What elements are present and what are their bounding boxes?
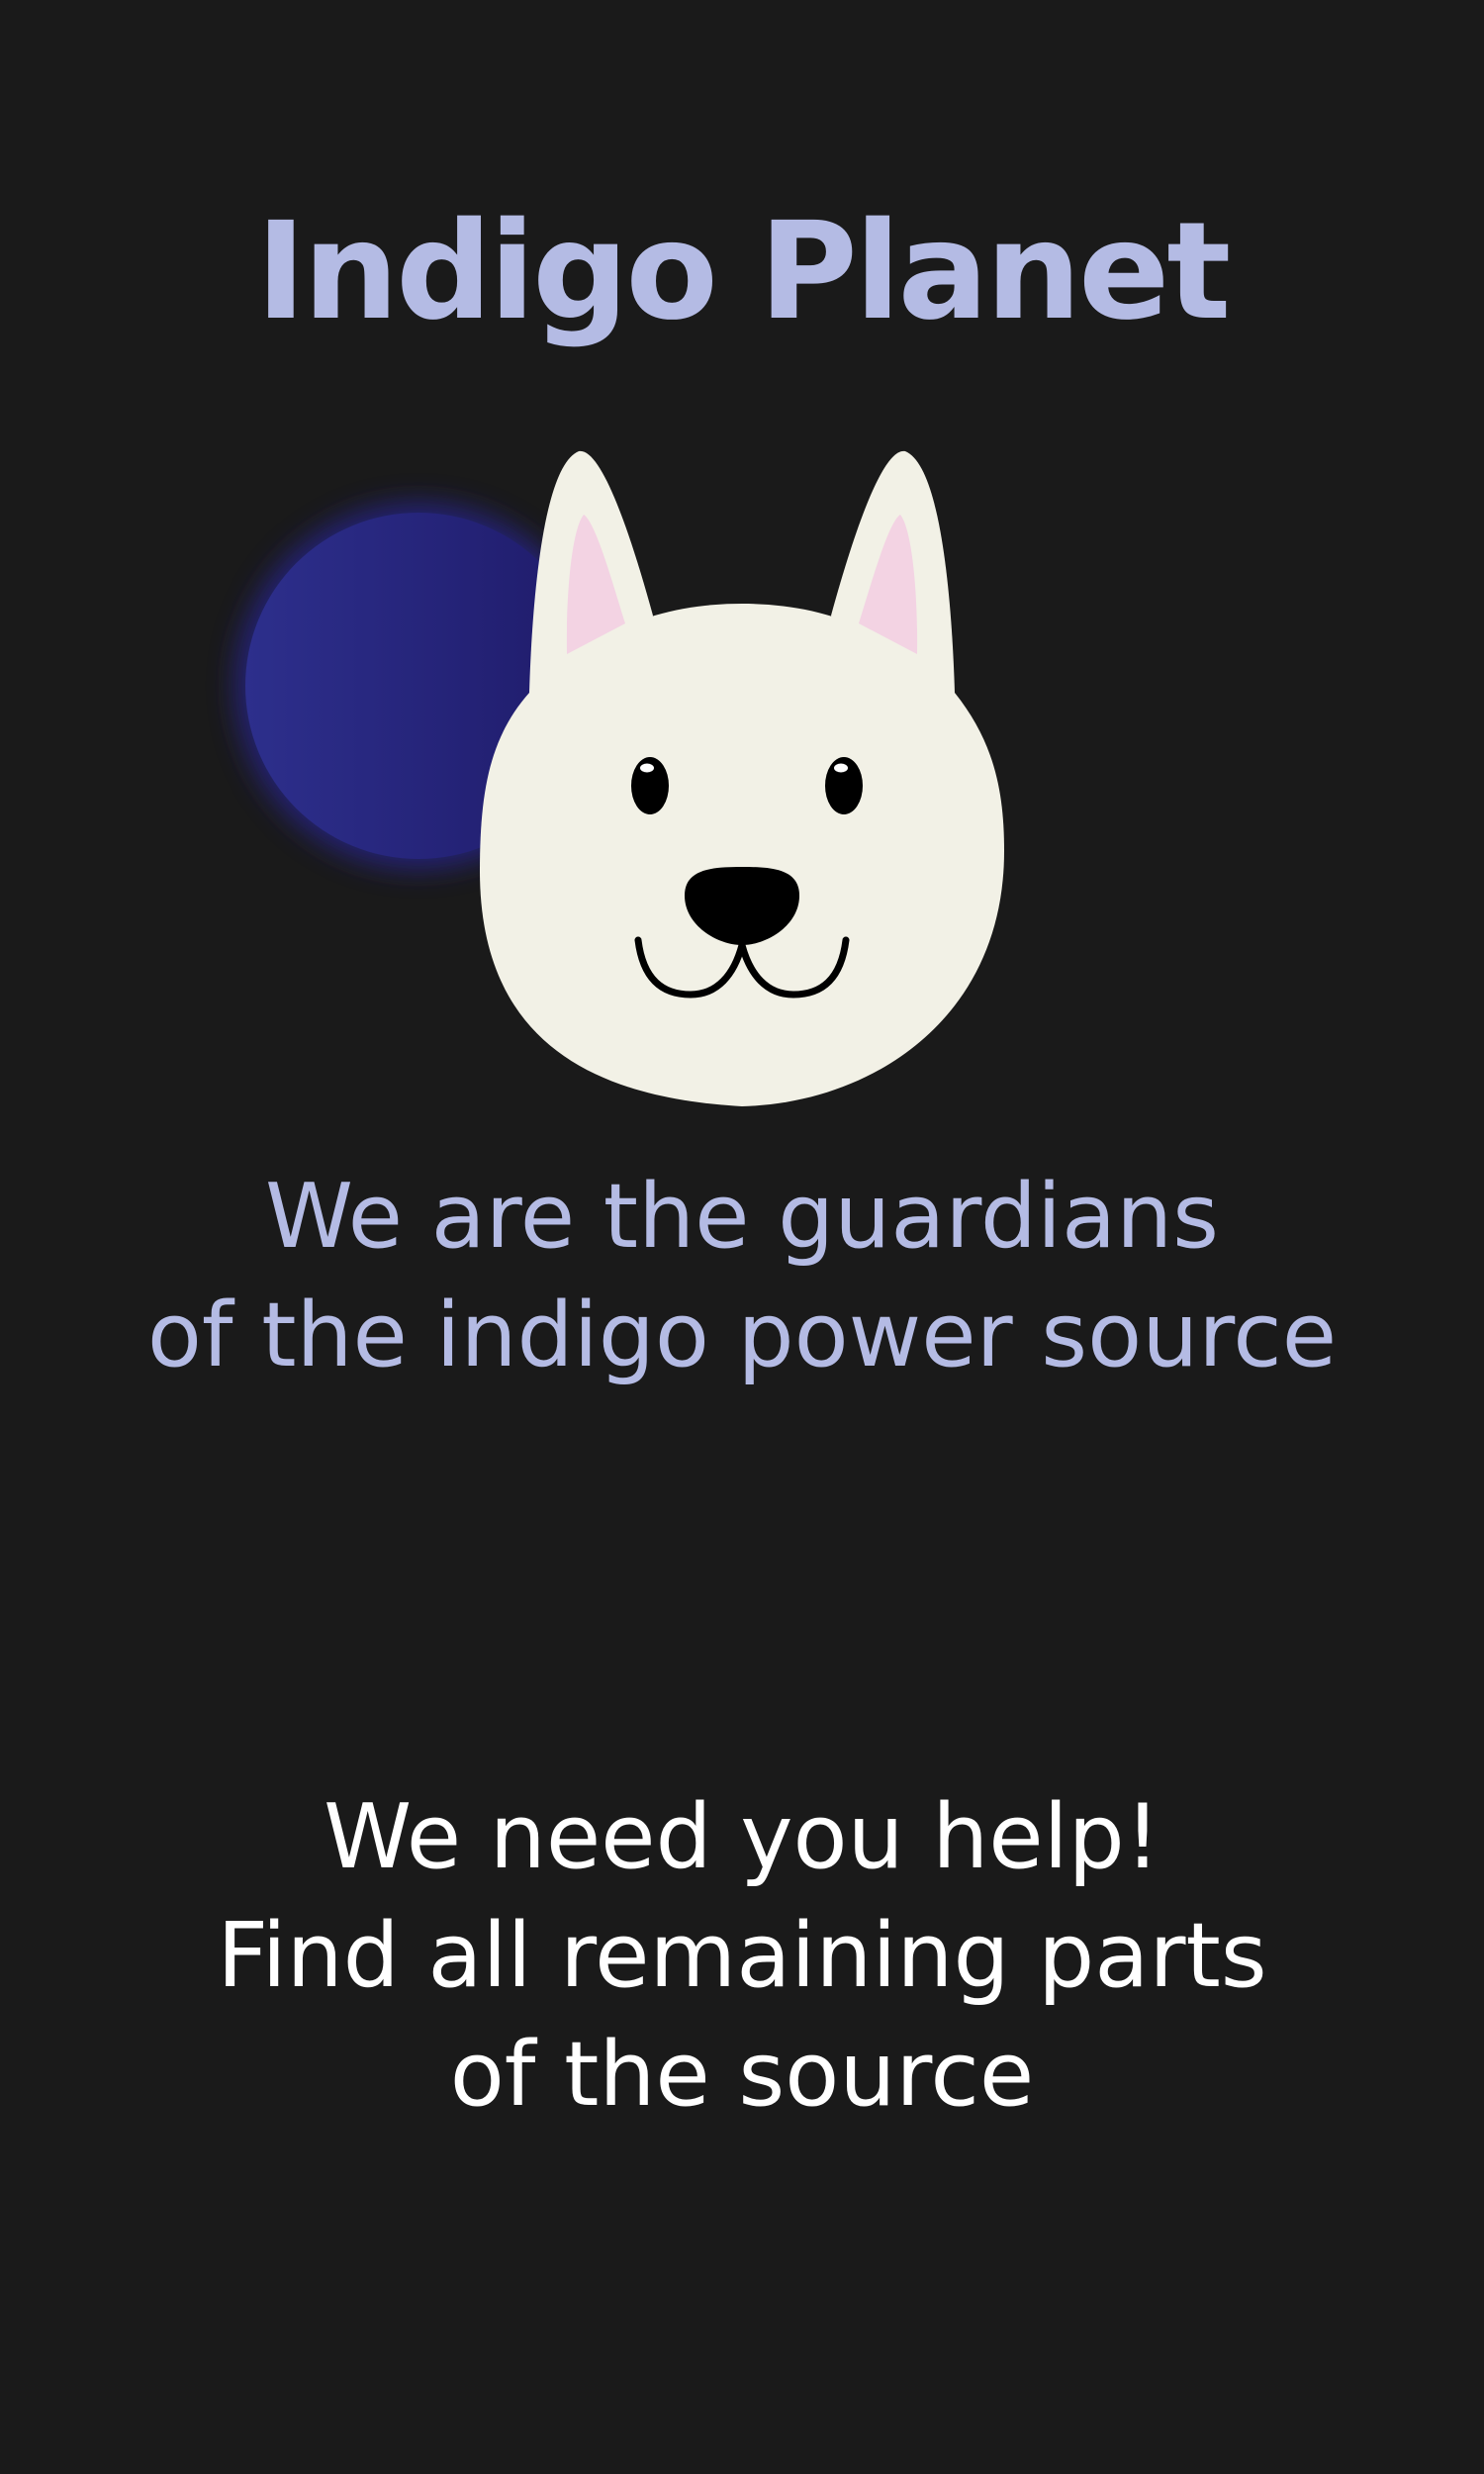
help-message-line-1: We need you help! (324, 1785, 1160, 1889)
help-message-line-2: Find all remaining parts (217, 1904, 1267, 2008)
tagline-line-1: We are the guardians (264, 1165, 1220, 1269)
dog-face-icon (480, 450, 1004, 1106)
help-message: We need you help! Find all remaining par… (0, 1778, 1484, 2135)
tagline: We are the guardians of the indigo power… (0, 1158, 1484, 1395)
tagline-line-2: of the indigo power source (146, 1284, 1338, 1387)
help-message-line-3: of the source (449, 2023, 1035, 2127)
dog-head (480, 604, 1004, 1106)
